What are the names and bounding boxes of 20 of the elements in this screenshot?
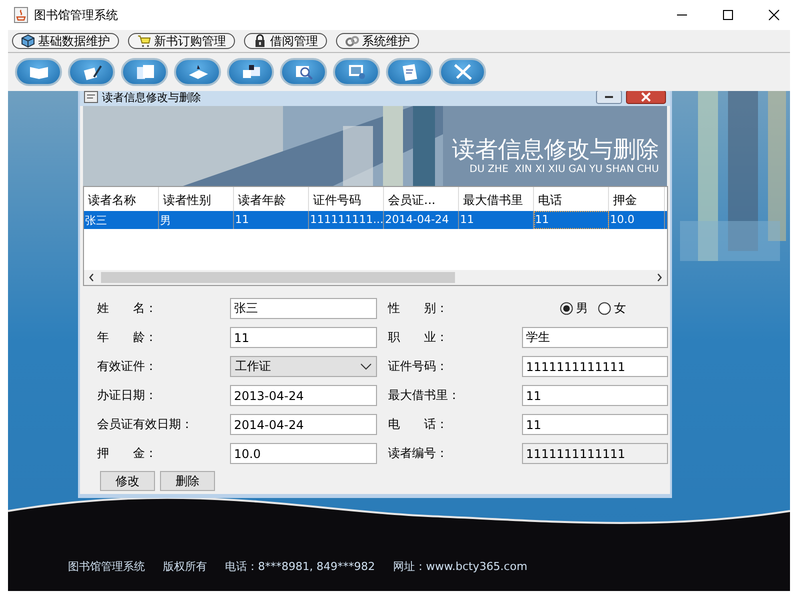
toolbar-button[interactable]	[227, 58, 274, 86]
toolbar-button[interactable]	[333, 58, 380, 86]
menu-button[interactable]: 系统维护	[336, 33, 419, 49]
menu-button[interactable]: 新书订购管理	[128, 33, 235, 49]
menu-button[interactable]: 基础数据维护	[12, 33, 119, 49]
toolbar-button[interactable]	[68, 58, 115, 86]
toolbar-button[interactable]	[386, 58, 433, 86]
cube-icon	[21, 34, 35, 48]
toolbar-button[interactable]	[280, 58, 327, 86]
padlock-icon	[253, 34, 267, 48]
maximize-icon[interactable]	[722, 9, 734, 21]
java-cup-icon	[14, 7, 28, 23]
toolbar-button[interactable]	[439, 58, 486, 86]
toolbar-button[interactable]	[174, 58, 221, 86]
toolbar-button[interactable]	[121, 58, 168, 86]
cart-icon	[137, 34, 151, 48]
menu-button[interactable]: 借阅管理	[244, 33, 327, 49]
toolbar-button[interactable]	[15, 58, 62, 86]
close-icon[interactable]	[768, 9, 780, 21]
window-title: 图书馆管理系统	[34, 6, 118, 24]
